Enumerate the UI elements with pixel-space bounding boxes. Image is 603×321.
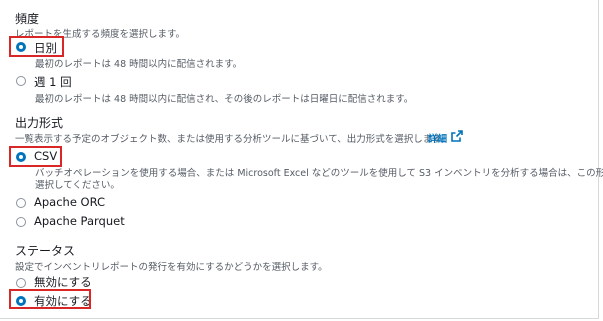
radio-weekly[interactable] — [16, 76, 26, 86]
option-csv-description-line2: 選択してください。 — [35, 180, 120, 191]
option-daily-description: 最初のレポートは 48 時間以内に配信されます。 — [35, 59, 243, 70]
option-csv-description-line1: バッチオペレーションを使用する場合、または Microsoft Excel など… — [35, 168, 603, 179]
option-orc-label: Apache ORC — [34, 195, 106, 209]
output-format-title: 出力形式 — [15, 116, 64, 130]
status-title: ステータス — [15, 244, 76, 258]
option-weekly-label: 週 1 回 — [34, 75, 72, 89]
highlight-box — [9, 146, 62, 167]
highlight-box — [9, 289, 91, 309]
details-link[interactable]: 詳細 — [428, 131, 447, 145]
radio-orc[interactable] — [16, 198, 26, 208]
external-link-icon[interactable] — [451, 130, 463, 142]
radio-disable[interactable] — [16, 278, 26, 288]
output-format-description: 一覧表示する予定のオブジェクト数、または使用する分析ツールに基づいて、出力形式を… — [15, 134, 451, 145]
option-weekly-description: 最初のレポートは 48 時間以内に配信され、その後のレポートは日曜日に配信されま… — [35, 94, 414, 105]
highlight-box — [9, 36, 64, 57]
radio-parquet[interactable] — [16, 217, 26, 227]
option-parquet-label: Apache Parquet — [34, 214, 125, 228]
frequency-title: 頻度 — [15, 12, 40, 26]
option-disable-label: 無効にする — [34, 275, 92, 289]
status-description: 設定でインベントリレポートの発行を有効にするかどうかを選択します。 — [15, 262, 328, 273]
